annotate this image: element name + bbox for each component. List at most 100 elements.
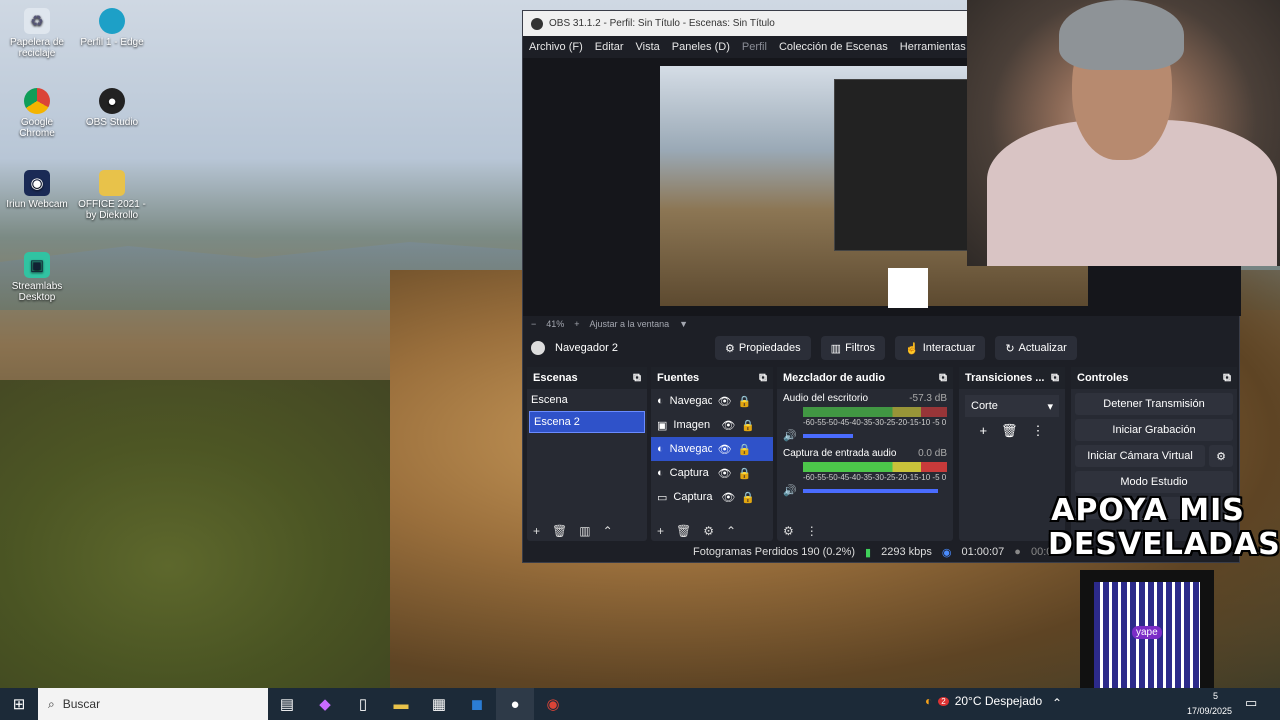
zoom-fit-label[interactable]: Ajustar a la ventana [590,319,670,329]
menu-archivo[interactable]: Archivo (F) [529,41,583,53]
add-icon[interactable]: + [533,524,540,538]
menu-herramientas[interactable]: Herramientas [900,41,966,53]
desktop-icon-iriun[interactable]: ◉ Iriun Webcam [2,170,72,210]
scenes-panel: Escenas ⧉ Escena Escena 2 + 🗑 ▥ ⌃ [527,367,647,541]
trash-icon[interactable]: 🗑 [676,524,691,538]
edge-icon [99,8,125,34]
zoom-out-button[interactable]: − [531,319,536,329]
gear-icon[interactable]: ⚙ [1209,445,1233,467]
transition-select[interactable]: Corte ▾ [965,395,1059,417]
gear-icon[interactable]: ⚙ [783,524,794,538]
desktop-icon-recycle-bin[interactable]: ♻ Papelera de reciclaje [2,8,72,59]
source-item[interactable]: ◐ Captura 👁 🔒 [651,461,773,485]
eye-icon[interactable]: 👁 [721,491,735,504]
notification-icon[interactable]: ▭ [1245,695,1257,711]
desktop-icon-streamlabs[interactable]: ▣ Streamlabs Desktop [2,252,72,303]
notepad-icon[interactable]: ▯ [344,688,382,720]
gear-icon[interactable]: ⚙ [703,524,714,538]
volume-meter [803,407,947,417]
menu-paneles[interactable]: Paneles (D) [672,41,730,53]
desktop-icon-office[interactable]: OFFICE 2021 - by Diekrollo [77,170,147,221]
lock-icon[interactable]: 🔒 [738,395,752,408]
undock-icon[interactable]: ⧉ [1051,372,1059,385]
more-icon[interactable]: ⋮ [806,524,818,538]
menu-coleccion-escenas[interactable]: Colección de Escenas [779,41,888,53]
chrome-taskbar-icon[interactable]: ◉ [534,688,572,720]
search-icon: ⌕ [48,696,55,711]
menu-editar[interactable]: Editar [595,41,624,53]
eye-icon[interactable]: 👁 [718,395,732,408]
undock-icon[interactable]: ⧉ [1223,372,1231,385]
source-item[interactable]: ▣ Imagen 👁 🔒 [651,413,773,437]
start-recording-button[interactable]: Iniciar Grabación [1075,419,1233,441]
chevron-down-icon[interactable]: ▼ [679,319,688,329]
scene-item[interactable]: Escena [527,389,647,411]
eye-icon[interactable]: 👁 [718,467,732,480]
scene-item-selected[interactable]: Escena 2 [529,411,645,433]
virtual-camera-button[interactable]: Iniciar Cámara Virtual [1075,445,1205,467]
lock-icon[interactable]: 🔒 [738,467,752,480]
desktop-icon-edge[interactable]: Perfil 1 - Edge [77,8,147,48]
lock-icon[interactable]: 🔒 [741,491,755,504]
menu-vista[interactable]: Vista [636,41,660,53]
source-toolbar: Navegador 2 ⚙ Propiedades ▥ Filtros ☝ Inter… [523,333,1241,363]
obs-taskbar-icon[interactable]: ● [496,688,534,720]
properties-button[interactable]: ⚙ Propiedades [715,336,811,360]
signal-icon: ▮ [865,546,872,559]
eye-icon[interactable]: 👁 [721,419,735,432]
source-item[interactable]: ▭ Captura 👁 🔒 [651,485,773,509]
more-icon[interactable]: ⋮ [1032,423,1045,439]
chrome-icon [24,88,50,114]
outlook-icon[interactable]: ◼ [458,688,496,720]
copilot-icon[interactable]: ◆ [306,688,344,720]
undock-icon[interactable]: ⧉ [633,372,641,385]
chevron-up-icon[interactable]: ⌃ [603,524,613,538]
lock-icon[interactable]: 🔒 [738,443,752,456]
undock-icon[interactable]: ⧉ [759,372,767,385]
zoom-bar: − 41% + Ajustar a la ventana ▼ [523,316,1241,332]
refresh-button[interactable]: ↻ Actualizar [995,336,1077,360]
filter-icon[interactable]: ▥ [579,524,590,538]
undock-icon[interactable]: ⧉ [939,372,947,385]
desktop-icon-chrome[interactable]: Google Chrome [2,88,72,139]
speaker-icon[interactable]: 🔊 [783,429,797,442]
lock-icon[interactable]: 🔒 [741,419,755,432]
task-view-icon[interactable]: ▤ [268,688,306,720]
studio-mode-button[interactable]: Modo Estudio [1075,471,1233,493]
webcam-icon: ◉ [24,170,50,196]
speaker-icon[interactable]: 🔊 [783,484,797,497]
volume-slider[interactable] [802,488,938,493]
gear-icon: ⚙ [725,342,735,355]
sources-panel: Fuentes ⧉ ◐ Navegac 👁 🔒 ▣ Imagen 👁 🔒 ◐ Navegac 👁 🔒… [651,367,773,541]
sources-header: Fuentes ⧉ [651,367,773,389]
eye-icon[interactable]: 👁 [718,443,732,456]
trash-icon[interactable]: 🗑 [1001,423,1018,439]
windows-start-icon[interactable]: ⊞ [0,688,38,720]
record-icon: ● [1014,546,1021,558]
menu-perfil[interactable]: Perfil [742,41,767,53]
file-explorer-icon[interactable]: ▬ [382,688,420,720]
filters-button[interactable]: ▥ Filtros [820,336,886,360]
microsoft-store-icon[interactable]: ▦ [420,688,458,720]
source-item-selected[interactable]: ◐ Navegac 👁 🔒 [651,437,773,461]
add-icon[interactable]: + [657,524,664,538]
window-icon: ▭ [657,491,668,504]
add-icon[interactable]: + [979,423,987,439]
interact-button[interactable]: ☝ Interactuar [895,336,986,360]
recycle-bin-icon: ♻ [24,8,50,34]
stop-streaming-button[interactable]: Detener Transmisión [1075,393,1233,415]
preview-nested-obs [834,79,974,251]
weather-widget[interactable]: ◐ 2 20°C Despejado [925,694,1042,708]
source-item[interactable]: ◐ Navegac 👁 🔒 [651,389,773,413]
zoom-percent: 41% [546,319,565,329]
desktop-icon-obs[interactable]: ● OBS Studio [77,88,147,128]
trash-icon[interactable]: 🗑 [552,524,567,538]
chevron-up-icon[interactable]: ⌃ [726,524,736,538]
volume-slider[interactable] [802,433,853,438]
folder-icon [99,170,125,196]
scenes-footer: + 🗑 ▥ ⌃ [527,521,647,541]
chevron-up-icon[interactable]: ⌃ [1052,696,1062,710]
zoom-in-button[interactable]: + [574,319,579,329]
streamlabs-icon: ▣ [24,252,50,278]
taskbar-search[interactable]: ⌕ Buscar [38,688,268,720]
